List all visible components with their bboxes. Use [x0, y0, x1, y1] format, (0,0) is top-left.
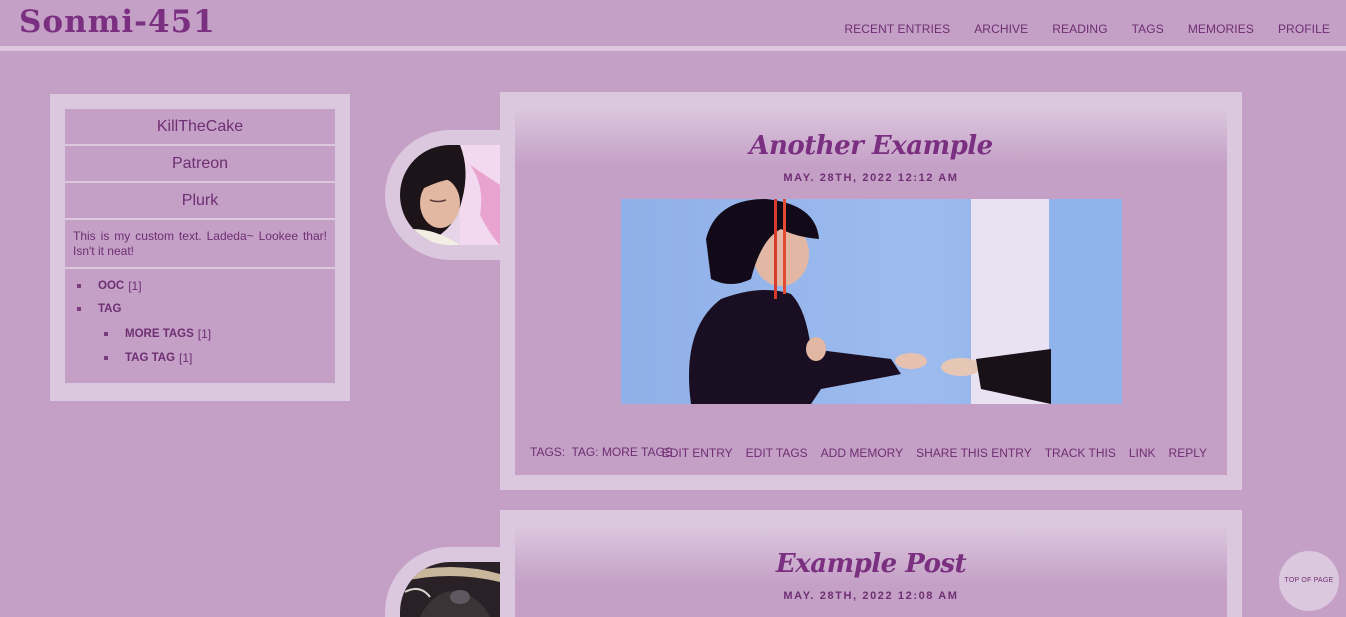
entry-body: Example Post MAY. 28TH, 2022 12:08 AM	[515, 525, 1227, 617]
tag-item-more-tags: MORE TAGS [1]	[104, 327, 211, 341]
nav-profile[interactable]: PROFILE	[1278, 22, 1330, 36]
nav-tags[interactable]: TAGS	[1132, 22, 1164, 36]
tag-count: [1]	[179, 351, 193, 365]
entry-date: MAY. 28TH, 2022 12:08 AM	[783, 590, 959, 602]
entry-card: Another Example MAY. 28TH, 2022 12:12 AM	[500, 92, 1242, 490]
link-link[interactable]: LINK	[1129, 446, 1156, 460]
reply-link[interactable]: REPLY	[1169, 446, 1207, 460]
tag-link-tag[interactable]: TAG	[98, 303, 121, 315]
add-memory-link[interactable]: ADD MEMORY	[821, 446, 903, 460]
sidebar-tag-list: OOC [1] TAG MORE TAGS [1] TAG TAG [1]	[65, 269, 335, 383]
entry-actions: EDIT ENTRY EDIT TAGS ADD MEMORY SHARE TH…	[649, 446, 1207, 460]
main-nav: RECENT ENTRIES ARCHIVE READING TAGS MEMO…	[820, 22, 1330, 36]
bullet-icon	[104, 356, 108, 360]
entry-image	[621, 199, 1122, 404]
site-header: Sonmi-451 RECENT ENTRIES ARCHIVE READING…	[0, 0, 1346, 46]
edit-tags-link[interactable]: EDIT TAGS	[746, 446, 808, 460]
track-this-link[interactable]: TRACK THIS	[1045, 446, 1116, 460]
avatar[interactable]	[400, 145, 500, 245]
tag-item-ooc: OOC [1]	[77, 279, 142, 293]
tag-link-ooc[interactable]: OOC	[98, 280, 124, 292]
share-entry-link[interactable]: SHARE THIS ENTRY	[916, 446, 1032, 460]
entry-body: Another Example MAY. 28TH, 2022 12:12 AM	[515, 107, 1227, 475]
entry-avatar-frame	[385, 547, 515, 617]
site-title[interactable]: Sonmi-451	[19, 4, 216, 40]
bullet-icon	[104, 332, 108, 336]
entry-avatar-frame	[385, 130, 515, 260]
tag-link-tag-tag[interactable]: TAG TAG	[125, 352, 175, 364]
nav-archive[interactable]: ARCHIVE	[974, 22, 1028, 36]
entry-date: MAY. 28TH, 2022 12:12 AM	[783, 172, 959, 184]
nav-recent-entries[interactable]: RECENT ENTRIES	[844, 22, 950, 36]
sidebar-custom-text: This is my custom text. Ladeda~ Lookee t…	[65, 220, 335, 267]
entry-title[interactable]: Example Post	[515, 549, 1227, 579]
sidebar-link-killthecake[interactable]: KillTheCake	[65, 109, 335, 144]
bullet-icon	[77, 307, 81, 311]
tag-count: [1]	[128, 279, 142, 293]
tag-link-more-tags[interactable]: MORE TAGS	[125, 328, 194, 340]
sidebar: KillTheCake Patreon Plurk This is my cus…	[50, 94, 350, 401]
nav-reading[interactable]: READING	[1052, 22, 1107, 36]
entry-title[interactable]: Another Example	[515, 131, 1227, 161]
top-of-page-button[interactable]: TOP OF PAGE	[1279, 551, 1339, 611]
header-divider	[0, 46, 1346, 51]
sidebar-inner: KillTheCake Patreon Plurk This is my cus…	[65, 109, 335, 383]
bullet-icon	[77, 284, 81, 288]
tag-item-tag-tag: TAG TAG [1]	[104, 351, 192, 365]
edit-entry-link[interactable]: EDIT ENTRY	[662, 446, 733, 460]
nav-memories[interactable]: MEMORIES	[1188, 22, 1254, 36]
tag-count: [1]	[197, 327, 212, 341]
entry-card: Example Post MAY. 28TH, 2022 12:08 AM	[500, 510, 1242, 617]
sidebar-link-plurk[interactable]: Plurk	[65, 183, 335, 218]
entry-tags-label: TAGS:	[530, 445, 566, 459]
sidebar-link-patreon[interactable]: Patreon	[65, 146, 335, 181]
avatar[interactable]	[400, 562, 500, 617]
tag-item-tag: TAG	[77, 303, 121, 315]
